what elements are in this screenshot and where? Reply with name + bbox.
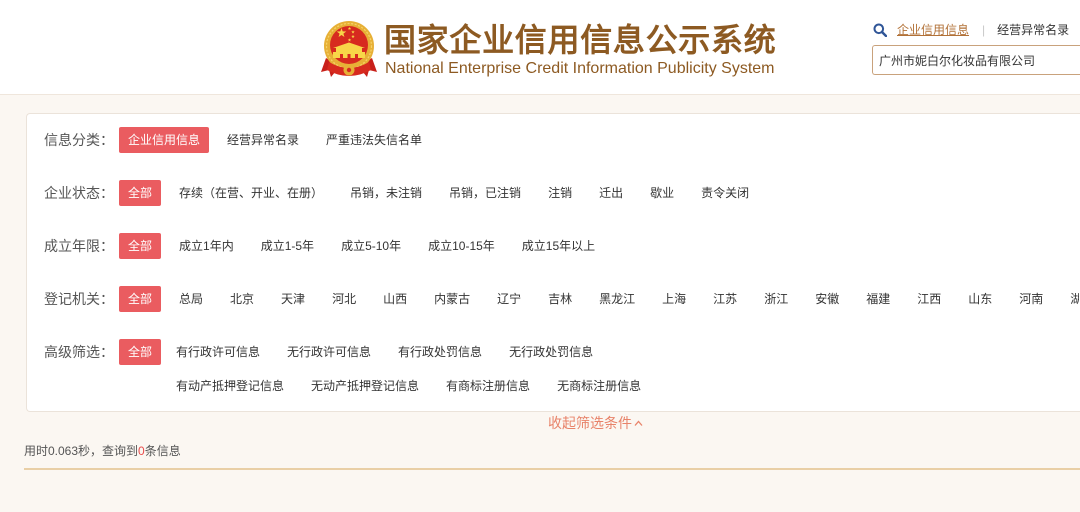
status-option[interactable]: 责令关闭 [692,180,758,206]
advanced-option[interactable]: 无行政处罚信息 [500,339,602,365]
status-option[interactable]: 迁出 [590,180,632,206]
nav-link-enterprise-credit-info[interactable]: 企业信用信息 [897,22,969,38]
authority-option[interactable]: 全部 [119,286,162,312]
status-option[interactable]: 吊销，已注销 [440,180,530,206]
site-title: 国家企业信用信息公示系统 [384,22,777,58]
status-option[interactable]: 歇业 [641,180,683,206]
authority-option[interactable]: 河南 [1010,286,1052,312]
filter-row-established: 成立年限： 全部 成立1年内 成立1-5年 成立5-10年 成立10-15年 成… [44,233,1080,259]
status-option[interactable]: 全部 [119,180,162,206]
filter-panel: 信息分类： 企业信用信息 经营异常名录 严重违法失信名单 企业状态： 全部 存续… [26,113,1080,412]
authority-option[interactable]: 总局 [170,286,212,312]
authority-option[interactable]: 上海 [653,286,695,312]
collapse-filters-button[interactable]: 收起筛选条件 [548,415,643,431]
authority-option[interactable]: 浙江 [755,286,797,312]
authority-option[interactable]: 辽宁 [488,286,530,312]
filter-row-advanced: 高级筛选： 全部 有行政许可信息 无行政许可信息 有行政处罚信息 无行政处罚信息… [44,339,1080,399]
filter-options: 全部 总局 北京 天津 河北 山西 内蒙古 辽宁 吉林 黑龙江 上海 江苏 浙江… [119,286,1079,312]
filter-label: 登记机关： [44,291,114,307]
authority-option[interactable]: 天津 [272,286,314,312]
authority-option[interactable]: 吉林 [539,286,581,312]
filter-row-status: 企业状态： 全部 存续（在营、开业、在册） 吊销，未注销 吊销，已注销 注销 迁… [44,180,1080,206]
search-icon [873,23,887,37]
result-summary-suffix: 条信息 [144,444,181,458]
advanced-option[interactable]: 无动产抵押登记信息 [302,373,428,399]
established-option[interactable]: 成立1年内 [170,233,243,259]
established-option[interactable]: 成立5-10年 [332,233,410,259]
authority-option[interactable]: 江西 [908,286,950,312]
filter-options: 全部 成立1年内 成立1-5年 成立5-10年 成立10-15年 成立15年以上 [119,233,604,259]
result-count: 0 [138,444,145,458]
established-option[interactable]: 成立15年以上 [513,233,604,259]
authority-option[interactable]: 北京 [221,286,263,312]
status-option[interactable]: 注销 [539,180,581,206]
authority-option[interactable]: 福建 [857,286,899,312]
filter-label: 企业状态： [44,185,114,201]
authority-option[interactable]: 山东 [959,286,1001,312]
authority-option[interactable]: 湖 [1061,286,1079,312]
authority-option[interactable]: 安徽 [806,286,848,312]
nav-link-abnormal-operation-list[interactable]: 经营异常名录 [997,22,1069,38]
advanced-option[interactable]: 有商标注册信息 [437,373,539,399]
advanced-option[interactable]: 无行政许可信息 [278,339,380,365]
advanced-option[interactable]: 有行政许可信息 [167,339,269,365]
divider [24,468,1080,470]
info-type-option[interactable]: 严重违法失信名单 [317,127,431,153]
info-type-option[interactable]: 企业信用信息 [119,127,210,153]
chevron-up-icon [634,420,643,426]
authority-option[interactable]: 黑龙江 [590,286,644,312]
filter-row-authority: 登记机关： 全部 总局 北京 天津 河北 山西 内蒙古 辽宁 吉林 黑龙江 上海… [44,286,1080,312]
site-header: 国家企业信用信息公示系统 National Enterprise Credit … [0,0,1080,95]
filter-label: 成立年限： [44,238,114,254]
filter-options: 全部 存续（在营、开业、在册） 吊销，未注销 吊销，已注销 注销 迁出 歇业 责… [119,180,758,206]
advanced-option[interactable]: 有动产抵押登记信息 [167,373,293,399]
result-summary-prefix: 用时0.063秒，查询到 [24,444,139,458]
filter-options: 企业信用信息 经营异常名录 严重违法失信名单 [119,127,431,153]
authority-option[interactable]: 河北 [323,286,365,312]
advanced-option[interactable]: 有行政处罚信息 [389,339,491,365]
filter-label: 信息分类： [44,132,114,148]
site-subtitle: National Enterprise Credit Information P… [385,60,775,77]
advanced-option[interactable]: 无商标注册信息 [548,373,650,399]
authority-option[interactable]: 山西 [374,286,416,312]
filter-options: 有行政许可信息 无行政许可信息 有行政处罚信息 无行政处罚信息 有动产抵押登记信… [167,339,707,399]
collapse-filters-label: 收起筛选条件 [548,415,632,431]
established-option[interactable]: 成立1-5年 [252,233,323,259]
info-type-option[interactable]: 经营异常名录 [218,127,308,153]
filter-row-info-type: 信息分类： 企业信用信息 经营异常名录 严重违法失信名单 [44,127,1080,153]
established-option[interactable]: 成立10-15年 [419,233,504,259]
status-option[interactable]: 吊销，未注销 [341,180,431,206]
established-option[interactable]: 全部 [119,233,162,259]
search-input[interactable] [872,45,1080,75]
nav-separator: | [982,23,986,37]
advanced-option[interactable]: 全部 [119,339,162,365]
result-summary: 用时0.063秒，查询到0条信息 [24,444,181,458]
status-option[interactable]: 存续（在营、开业、在册） [170,180,332,206]
authority-option[interactable]: 内蒙古 [425,286,479,312]
national-emblem-icon [321,20,377,80]
top-nav: 企业信用信息 | 经营异常名录 [873,22,1069,38]
authority-option[interactable]: 江苏 [704,286,746,312]
filter-label: 高级筛选： [44,344,114,360]
